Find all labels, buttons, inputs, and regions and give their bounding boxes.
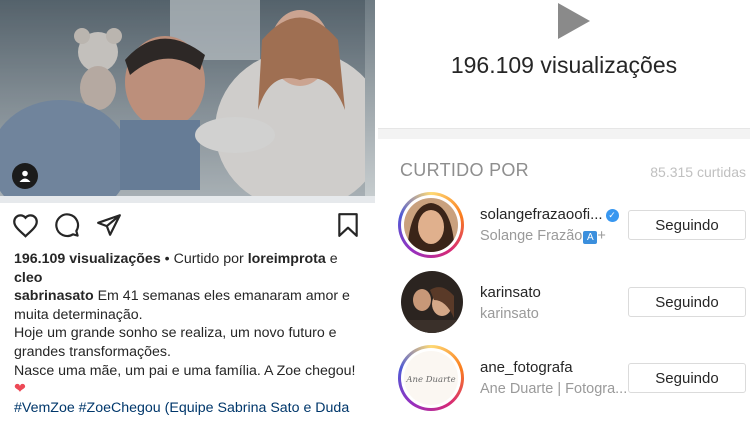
hashtags-line[interactable]: #VemZoe #ZoeChegou (Equipe Sabrina Sato … [14,400,349,416]
heart-emoji: ❤ [14,381,26,398]
liked-by-and: e [325,251,338,267]
avatar: Ane Duarte [404,351,458,405]
post-actions-bar [0,210,375,242]
views-panel: 196.109 visualizações CURTIDO POR 85.315… [378,0,750,421]
avatar-logo-text: Ane Duarte [405,375,455,385]
views-count[interactable]: 196.109 visualizações [14,251,161,267]
views-likes-line: 196.109 visualizações • Curtido por lore… [14,250,364,287]
liker-username[interactable]: solangefrazaoofi... ✓ [480,206,619,223]
play-icon [558,3,590,39]
liked-by-user-link[interactable]: loreimprota [248,251,326,267]
following-button[interactable]: Seguindo [628,210,746,240]
post-caption: 196.109 visualizações • Curtido por lore… [14,250,364,417]
caption-line-2: Hoje um grande sonho se realiza, um novo… [14,325,337,360]
author-username-link[interactable]: sabrinasato [14,288,94,304]
following-button[interactable]: Seguindo [628,287,746,317]
video-bottom-strip [0,196,375,203]
avatar [404,198,458,252]
liked-count: 85.315 curtidas [650,164,746,180]
liker-row[interactable]: karinsato karinsato Seguindo [378,270,750,340]
story-ring[interactable]: Ane Duarte [398,345,464,411]
comment-icon[interactable] [52,210,82,240]
liker-username[interactable]: karinsato [480,284,541,301]
liked-by-prefix: • Curtido por [160,251,248,267]
share-icon[interactable] [94,210,124,240]
views-title: 196.109 visualizações [450,52,678,78]
section-divider [378,128,750,139]
liked-by-other-link[interactable]: cleo [14,270,42,286]
video-frame-image [0,0,365,196]
post-panel: 196.109 visualizações • Curtido por lore… [0,0,375,421]
liker-row[interactable]: solangefrazaoofi... ✓ Solange Frazão A + Se… [378,192,750,262]
caption-text: sabrinasato Em 41 semanas eles emanaram … [14,287,364,417]
following-button[interactable]: Seguindo [628,363,746,393]
like-heart-icon[interactable] [10,210,40,240]
liker-fullname: Solange Frazão A + [480,228,606,244]
post-video[interactable] [0,0,375,203]
tagged-user-icon[interactable] [12,163,38,189]
avatar[interactable] [400,270,464,334]
a-box-emoji: A [583,231,598,244]
liker-row[interactable]: Ane Duarte ane_fotografa Ane Duarte | Fo… [378,345,750,415]
bookmark-icon[interactable] [333,210,363,240]
story-ring[interactable] [398,192,464,258]
liked-by-header: CURTIDO POR [400,160,529,180]
liker-username[interactable]: ane_fotografa [480,359,573,376]
verified-badge-icon: ✓ [605,209,619,222]
caption-line-3: Nasce uma mãe, um pai e uma família. A Z… [14,362,356,379]
liker-fullname: Ane Duarte | Fotogra... [480,381,628,397]
liker-fullname: karinsato [480,306,539,322]
